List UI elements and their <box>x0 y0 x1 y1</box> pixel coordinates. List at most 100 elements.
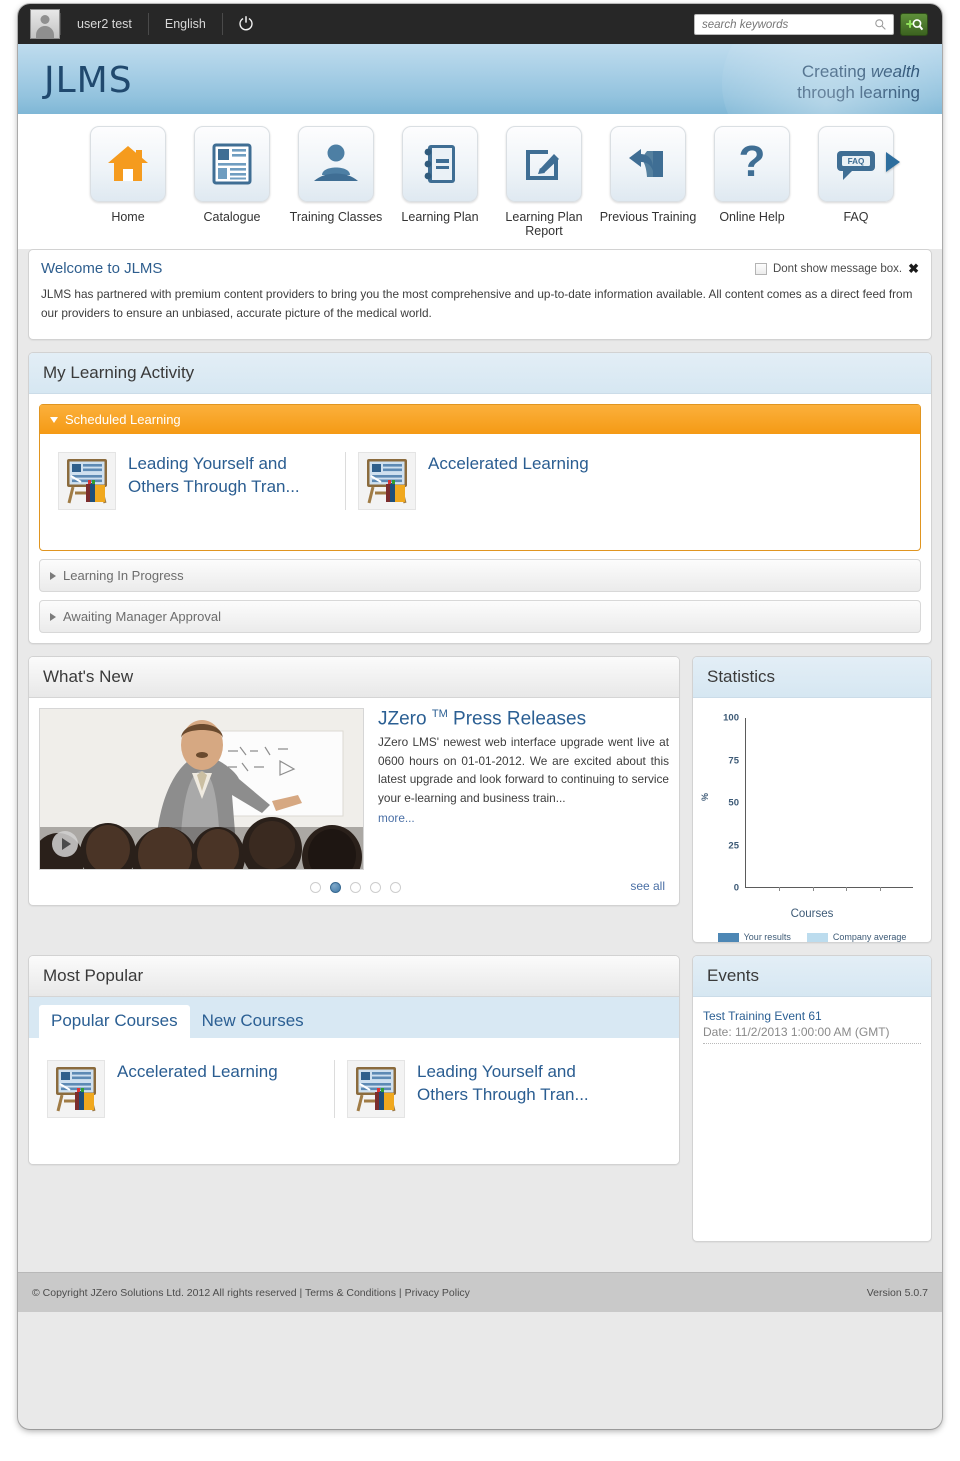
x-tick-mark <box>846 887 848 891</box>
nav-item-catalogue[interactable]: Catalogue <box>180 126 284 224</box>
accordion-scheduled-learning: Scheduled Learning Leading Yourself and … <box>39 404 921 551</box>
legend-label: Company average <box>832 932 907 942</box>
list-item[interactable]: Leading Yourself and Others Through Tran… <box>46 452 346 510</box>
nav-tile[interactable] <box>90 126 166 202</box>
message-box-controls: Dont show message box. ✖ <box>754 261 919 277</box>
course-title[interactable]: Accelerated Learning <box>428 452 589 475</box>
top-utility-bar: user2 test English ⏻ <box>18 4 942 44</box>
more-link[interactable]: more... <box>378 811 415 825</box>
event-date: Date: 11/2/2013 1:00:00 AM (GMT) <box>703 1025 890 1039</box>
browser-window: user2 test English ⏻ JLMS <box>18 4 942 1429</box>
pencil-square-icon <box>526 150 559 180</box>
user-name-link[interactable]: user2 test <box>61 4 148 44</box>
course-title[interactable]: Accelerated Learning <box>117 1060 278 1083</box>
nav-item-online-help[interactable]: ? Online Help <box>700 126 804 224</box>
most-popular-title: Most Popular <box>29 956 679 997</box>
legend-swatch-company-average <box>806 932 828 942</box>
play-icon[interactable] <box>52 831 78 857</box>
article-title[interactable]: JZero TM Press Releases <box>378 708 669 730</box>
whats-new-panel: What's New JZero TM Press Releases JZero… <box>28 656 680 906</box>
course-title[interactable]: Leading Yourself and Others Through Tran… <box>417 1060 623 1106</box>
tab-new-courses[interactable]: New Courses <box>190 1005 316 1038</box>
carousel-dot[interactable] <box>369 882 381 893</box>
list-item[interactable]: Accelerated Learning <box>35 1060 335 1118</box>
search-icon[interactable] <box>874 18 887 31</box>
faq-speech-bubble-icon: FAQ <box>837 151 875 180</box>
power-off-icon[interactable]: ⏻ <box>223 4 269 44</box>
see-all-link[interactable]: see all <box>630 879 665 893</box>
y-tick: 75 <box>728 755 739 766</box>
carousel-dot[interactable] <box>389 882 401 893</box>
nav-tile[interactable] <box>298 126 374 202</box>
close-icon[interactable]: ✖ <box>908 261 919 277</box>
privacy-link[interactable]: Privacy Policy <box>405 1287 470 1299</box>
x-axis-label: Courses <box>790 908 834 920</box>
event-item[interactable]: Test Training Event 61 Date: 11/2/2013 1… <box>703 1009 921 1044</box>
nav-tile[interactable]: FAQ <box>818 126 894 202</box>
x-tick-mark <box>779 887 781 891</box>
chart-legend: Your results Company average <box>699 932 925 942</box>
jlms-logo[interactable]: JLMS <box>44 60 133 101</box>
legend-item: Company average <box>806 932 907 942</box>
course-blackboard-icon <box>58 452 116 510</box>
carousel-dot[interactable] <box>349 882 361 893</box>
nav-item-home[interactable]: Home <box>76 126 180 224</box>
chart-plot-area <box>745 718 913 891</box>
search-box[interactable] <box>694 14 894 35</box>
dont-show-checkbox[interactable] <box>754 262 767 275</box>
footer-sep: | <box>398 1286 402 1299</box>
accordion-learning-in-progress[interactable]: Learning In Progress <box>39 559 921 592</box>
events-panel: Events Test Training Event 61 Date: 11/2… <box>692 955 932 1242</box>
user-avatar-icon[interactable] <box>30 9 60 39</box>
version-text: Version 5.0.7 <box>866 1286 928 1299</box>
main-nav: Home Catalogue Training Classes Learning… <box>18 114 942 249</box>
nav-item-training-classes[interactable]: Training Classes <box>284 126 388 224</box>
language-selector[interactable]: English <box>149 4 222 44</box>
question-mark-icon: ? <box>739 140 766 186</box>
y-tick: 25 <box>728 840 739 851</box>
whats-new-video-thumbnail[interactable] <box>39 708 364 870</box>
page-footer: © Copyright JZero Solutions Ltd. 2012 Al… <box>18 1272 942 1312</box>
carousel-dot-active[interactable] <box>329 882 341 893</box>
search-input[interactable] <box>702 18 870 31</box>
nav-tile[interactable] <box>506 126 582 202</box>
nav-tile[interactable] <box>610 126 686 202</box>
terms-link[interactable]: Terms & Conditions <box>305 1287 396 1299</box>
banner-tagline: Creating wealth through learning <box>797 61 920 103</box>
legend-item: Your results <box>717 932 791 942</box>
accordion-label: Awaiting Manager Approval <box>63 609 222 624</box>
row-whats-new-statistics: What's New JZero TM Press Releases JZero… <box>28 656 932 955</box>
list-item[interactable]: Leading Yourself and Others Through Tran… <box>335 1060 635 1118</box>
welcome-message-box: Welcome to JLMS Dont show message box. ✖… <box>28 249 932 340</box>
nav-item-learning-plan[interactable]: Learning Plan <box>388 126 492 224</box>
nav-item-label: Catalogue <box>203 210 261 224</box>
list-item[interactable]: Accelerated Learning <box>346 452 646 510</box>
accordion-awaiting-manager-approval[interactable]: Awaiting Manager Approval <box>39 600 921 633</box>
event-title[interactable]: Test Training Event 61 <box>703 1009 921 1023</box>
y-tick: 50 <box>728 797 739 809</box>
caret-right-icon <box>50 612 56 621</box>
nav-tile[interactable]: ? <box>714 126 790 202</box>
caret-right-icon <box>50 571 56 580</box>
advanced-search-icon <box>905 18 924 30</box>
nav-item-learning-plan-report[interactable]: Learning Plan Report <box>492 126 596 238</box>
accordion-header-scheduled-learning[interactable]: Scheduled Learning <box>40 405 920 434</box>
y-tick: 0 <box>733 882 739 894</box>
x-tick-mark <box>879 887 881 891</box>
nav-tile[interactable] <box>402 126 478 202</box>
nav-item-label: Learning Plan <box>401 210 479 224</box>
chevron-right-icon[interactable] <box>886 152 900 172</box>
nav-item-previous-training[interactable]: Previous Training <box>596 126 700 224</box>
advanced-search-button[interactable] <box>900 13 928 36</box>
welcome-body-text: JLMS has partnered with premium content … <box>41 287 913 320</box>
footer-left: © Copyright JZero Solutions Ltd. 2012 Al… <box>32 1287 470 1299</box>
dont-show-label: Dont show message box. <box>772 262 903 275</box>
x-tick-mark <box>812 887 814 891</box>
trademark-symbol: TM <box>431 708 448 720</box>
nav-tile[interactable] <box>194 126 270 202</box>
accordion-label: Scheduled Learning <box>65 412 181 427</box>
tab-popular-courses[interactable]: Popular Courses <box>39 1005 190 1038</box>
course-title[interactable]: Leading Yourself and Others Through Tran… <box>128 452 333 498</box>
carousel-dot[interactable] <box>309 882 321 893</box>
nav-item-faq[interactable]: FAQ FAQ <box>804 126 908 224</box>
